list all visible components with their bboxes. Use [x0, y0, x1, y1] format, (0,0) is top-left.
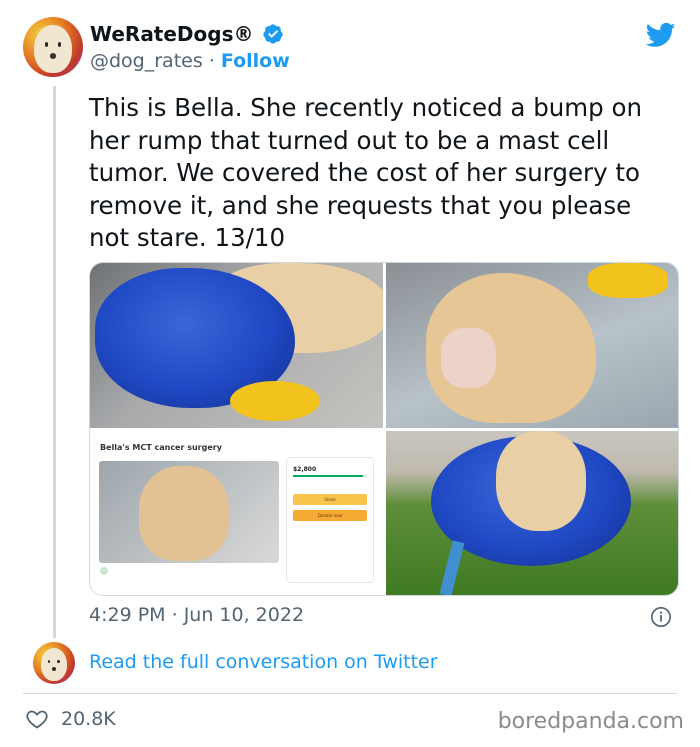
author-avatar[interactable]	[23, 17, 83, 77]
fundraiser-amount: $2,800	[293, 465, 317, 473]
like-count: 20.8K	[61, 708, 116, 730]
tweet-text: This is Bella. She recently noticed a bu…	[89, 93, 643, 252]
twitter-bird-icon[interactable]	[646, 20, 676, 50]
info-icon[interactable]	[650, 606, 672, 628]
fundraiser-progress	[293, 474, 367, 477]
watermark: boredpanda.com	[497, 709, 684, 734]
read-conversation-link[interactable]: Read the full conversation on Twitter	[89, 651, 438, 673]
media-grid: Bella's MCT cancer surgery $2,800 Share …	[89, 262, 679, 596]
timestamp-separator: ·	[171, 604, 184, 626]
fundraiser-share-button: Share	[293, 493, 367, 505]
fundraiser-panel: $2,800 Share Donate now	[286, 456, 374, 583]
fundraiser-organizer	[100, 565, 270, 577]
follow-button[interactable]: Follow	[221, 50, 290, 72]
photo-bella-shaved-patch[interactable]	[385, 263, 678, 428]
fundraiser-title: Bella's MCT cancer surgery	[100, 442, 222, 452]
author-handle-row: @dog_rates · Follow	[90, 50, 290, 72]
tweet-time: 4:29 PM	[89, 604, 166, 626]
fundraiser-donate-button: Donate now	[293, 509, 367, 521]
photo-bella-grass[interactable]	[385, 430, 678, 595]
verified-badge-icon	[262, 24, 283, 44]
photo-fundraiser-screenshot[interactable]: Bella's MCT cancer surgery $2,800 Share …	[90, 430, 383, 595]
divider	[23, 693, 677, 694]
author-display-name[interactable]: WeRateDogs®	[90, 22, 254, 46]
reply-avatar	[33, 642, 75, 684]
tweet-timestamp[interactable]: 4:29 PM · Jun 10, 2022	[89, 604, 304, 626]
author-handle[interactable]: @dog_rates	[90, 50, 203, 72]
handle-separator: ·	[208, 50, 215, 72]
thread-line	[53, 86, 56, 638]
heart-icon[interactable]	[25, 707, 49, 731]
tweet-date: Jun 10, 2022	[183, 604, 305, 626]
photo-bella-cone[interactable]	[90, 263, 383, 428]
fundraiser-photo	[99, 460, 279, 563]
author-name-row: WeRateDogs®	[90, 22, 284, 46]
like-action[interactable]: 20.8K	[25, 707, 116, 731]
